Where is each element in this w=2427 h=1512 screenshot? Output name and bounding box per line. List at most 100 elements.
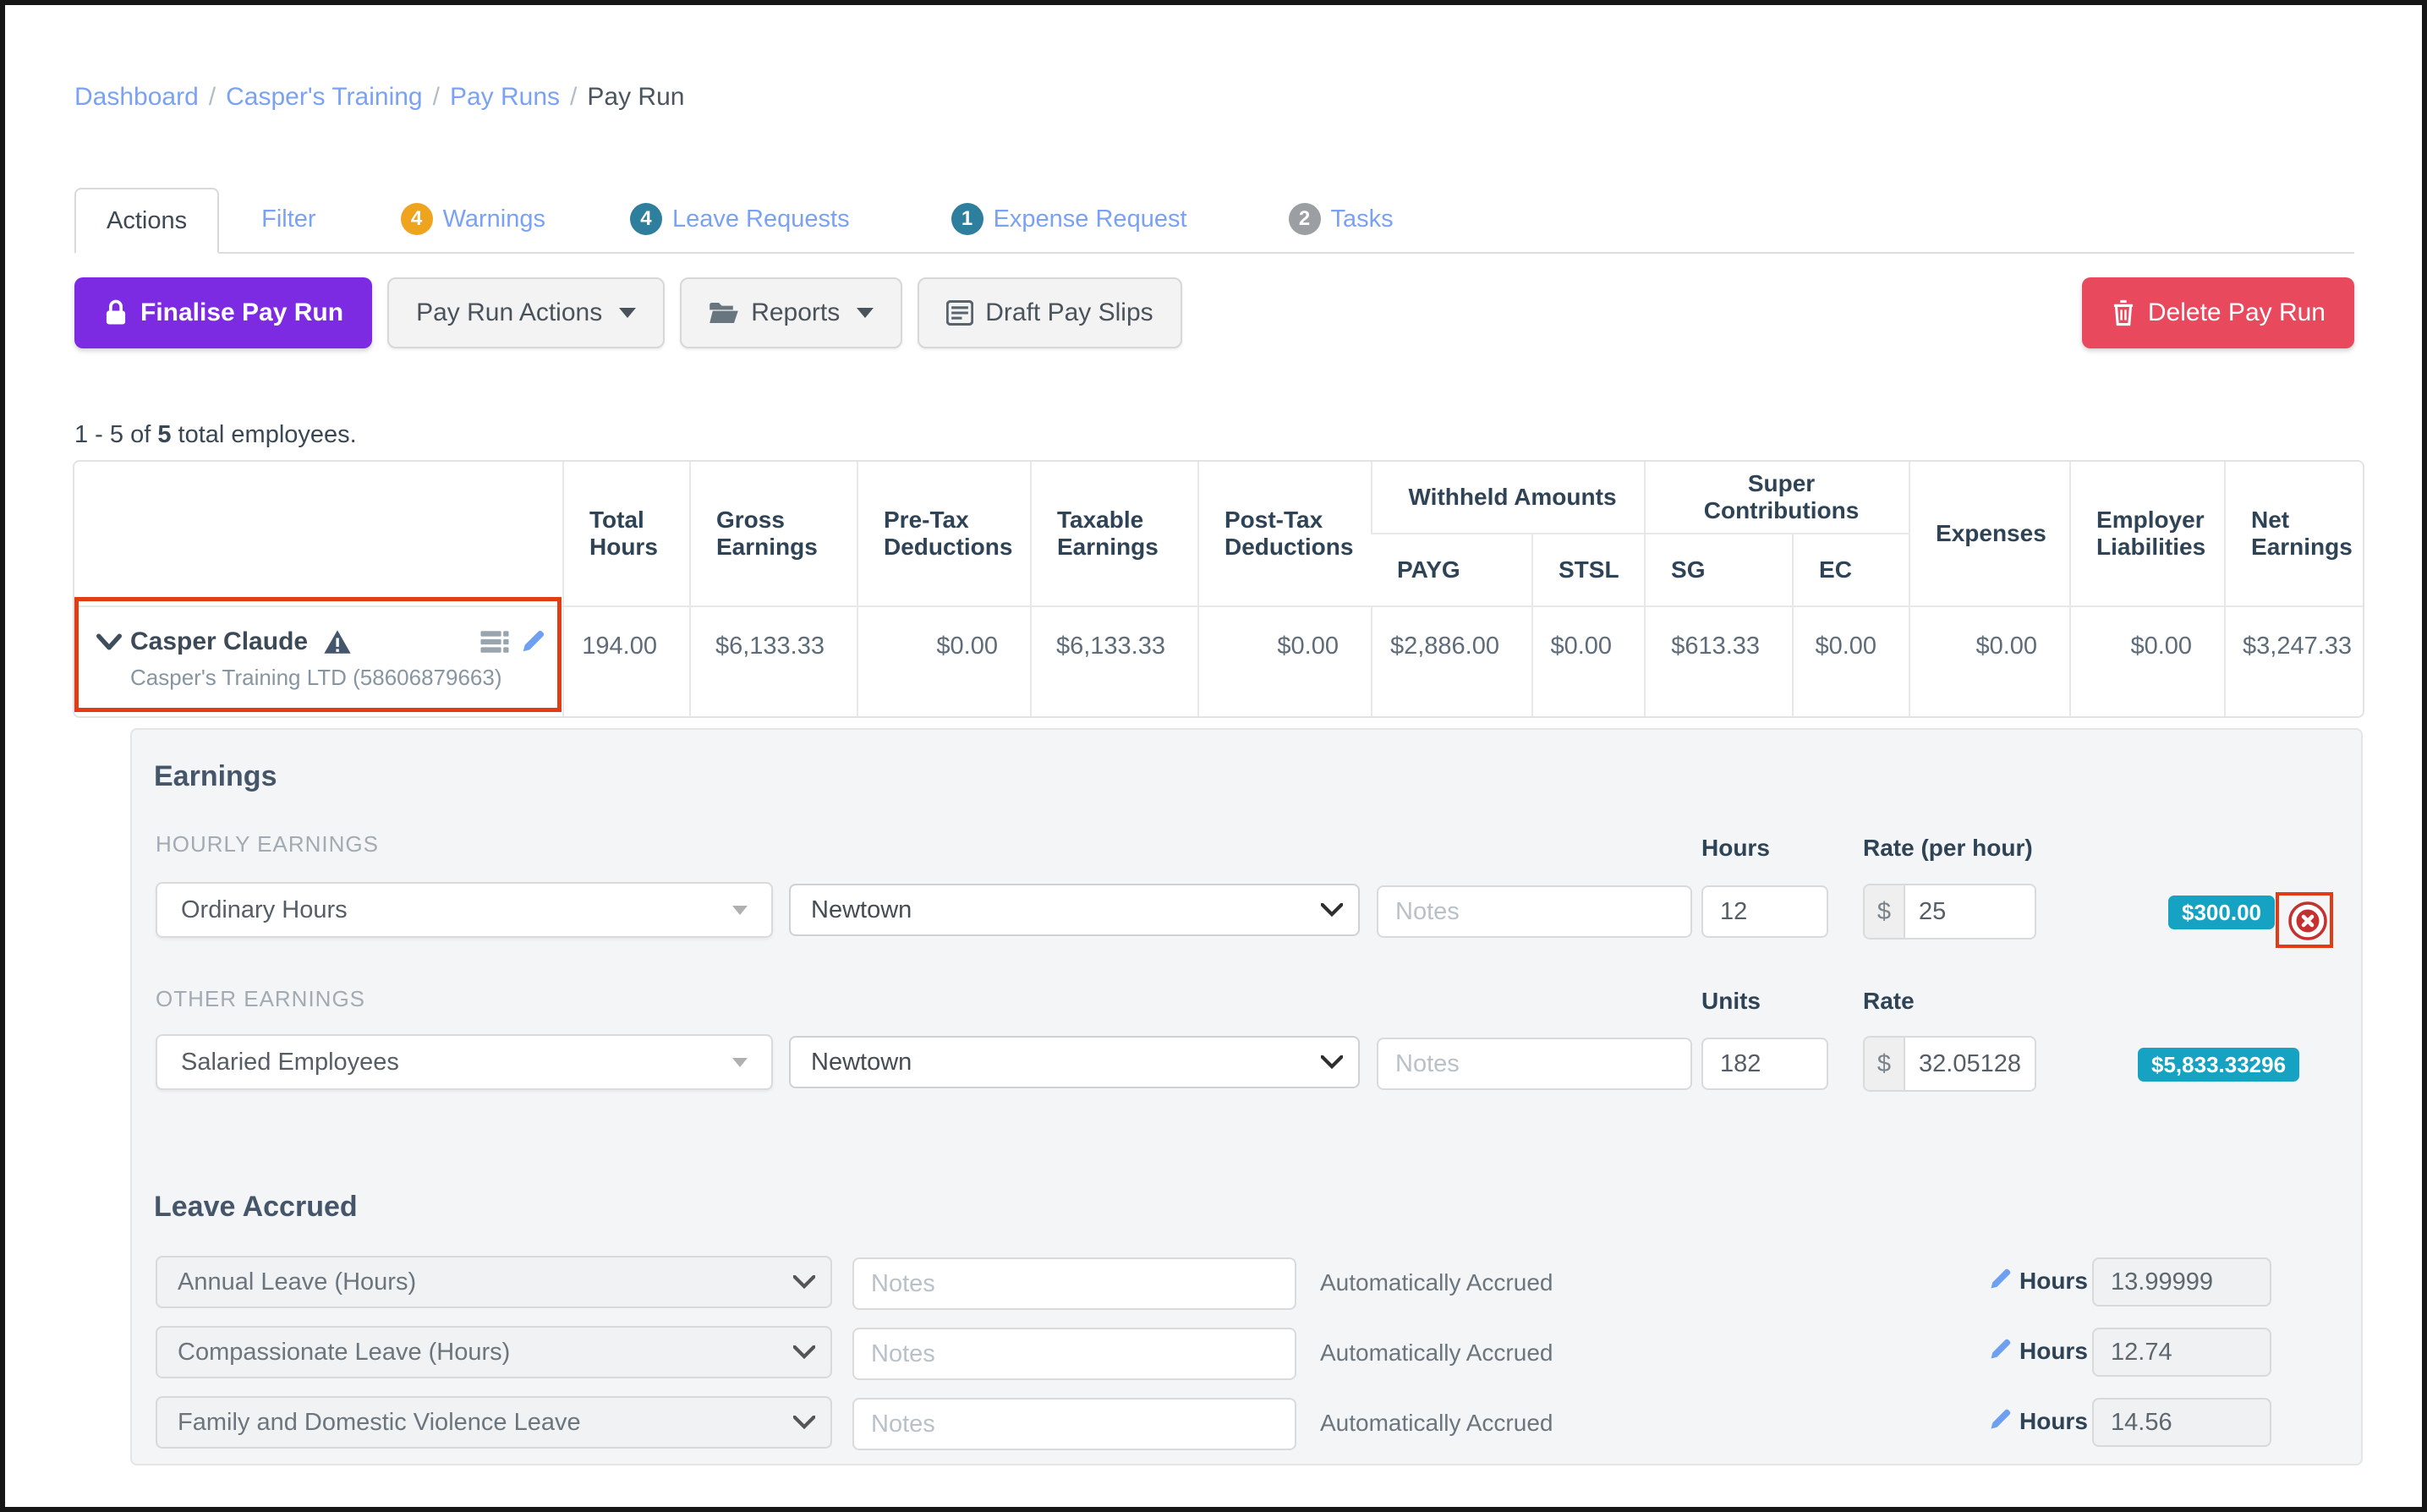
finalise-pay-run-button[interactable]: Finalise Pay Run [74, 277, 372, 348]
group-super-contributions: Super Contributions [1645, 462, 1909, 534]
edit-pencil-icon[interactable] [520, 629, 545, 655]
cell-expenses: $0.00 [1909, 606, 2070, 716]
breadcrumb-dashboard[interactable]: Dashboard [74, 83, 199, 111]
leave-hours-value-family[interactable] [2092, 1398, 2271, 1447]
tasks-count-badge: 2 [1289, 203, 1321, 235]
pay-run-actions-button[interactable]: Pay Run Actions [387, 277, 665, 348]
caret-down-icon [619, 308, 636, 318]
cell-ec: $0.00 [1793, 606, 1909, 716]
employee-count-summary: 1 - 5 of 5 total employees. [74, 421, 357, 449]
other-notes-input[interactable] [1377, 1038, 1692, 1090]
cell-employer-liabilities: $0.00 [2070, 606, 2225, 716]
chevron-down-icon[interactable] [96, 633, 122, 651]
cell-taxable-earnings: $6,133.33 [1031, 606, 1198, 716]
employee-detail-panel: Earnings HOURLY EARNINGS Hours Rate (per… [130, 728, 2363, 1465]
hourly-hours-input[interactable] [1701, 885, 1828, 938]
col-payg: PAYG [1372, 534, 1532, 606]
tab-warnings[interactable]: 4 Warnings [375, 186, 571, 252]
tab-leave-requests[interactable]: 4 Leave Requests [605, 186, 875, 252]
currency-prefix: $ [1865, 1038, 1905, 1090]
cell-total-hours: 194.00 [563, 606, 690, 716]
folder-icon [709, 300, 739, 326]
caret-down-icon [857, 308, 874, 318]
trash-icon [2111, 299, 2136, 326]
leave-type-select-wrap: Annual Leave (Hours) [156, 1256, 832, 1308]
leave-type-select-compassionate[interactable]: Compassionate Leave (Hours) [156, 1326, 832, 1378]
leave-hours-value-compassionate[interactable] [2092, 1328, 2271, 1377]
edit-pencil-icon[interactable] [1988, 1408, 2012, 1432]
hours-label: Hours [1701, 835, 1770, 862]
col-employer-liabilities: Employer Liabilities [2070, 462, 2225, 606]
leave-accrued-heading: Leave Accrued [154, 1191, 358, 1224]
breadcrumb-pay-runs[interactable]: Pay Runs [450, 83, 560, 111]
other-location-select-wrap: Newtown [789, 1036, 1360, 1088]
notes-list-icon[interactable] [479, 630, 510, 654]
hourly-notes-input[interactable] [1377, 885, 1692, 938]
tab-tasks[interactable]: 2 Tasks [1263, 186, 1419, 252]
warnings-count-badge: 4 [401, 203, 433, 235]
col-taxable-earnings: Taxable Earnings [1031, 462, 1198, 606]
pay-slip-icon [946, 300, 973, 326]
toolbar: Finalise Pay Run Pay Run Actions Reports [74, 277, 2354, 348]
auto-accrued-label: Automatically Accrued [1320, 1269, 1553, 1296]
hourly-rate-input[interactable] [1905, 885, 2035, 938]
other-total-badge: $5,833.33296 [2138, 1048, 2299, 1082]
cell-post-tax-deductions: $0.00 [1198, 606, 1372, 716]
cell-pre-tax-deductions: $0.00 [857, 606, 1031, 716]
col-pre-tax-deductions: Pre-Tax Deductions [857, 462, 1031, 606]
leave-type-select-wrap: Compassionate Leave (Hours) [156, 1326, 832, 1378]
other-location-select[interactable]: Newtown [789, 1036, 1360, 1088]
circle-x-icon [2287, 901, 2328, 941]
col-ec: EC [1793, 534, 1909, 606]
leave-hours-label: Hours [2019, 1268, 2088, 1295]
breadcrumb-current: Pay Run [587, 83, 684, 111]
tab-warnings-label: Warnings [443, 205, 545, 233]
tab-actions-label: Actions [107, 207, 187, 235]
pay-run-page: Dashboard/Casper's Training/Pay Runs/Pay… [0, 0, 2427, 1512]
cell-gross-earnings: $6,133.33 [690, 606, 857, 716]
cell-payg: $2,886.00 [1372, 606, 1532, 716]
reports-button[interactable]: Reports [680, 277, 902, 348]
breadcrumb-org[interactable]: Casper's Training [226, 83, 423, 111]
other-rate-group: $ [1863, 1036, 2036, 1092]
leave-hours-label: Hours [2019, 1338, 2088, 1365]
employee-company: Casper's Training LTD (58606879663) [130, 665, 545, 691]
leave-type-select-family[interactable]: Family and Domestic Violence Leave [156, 1396, 832, 1449]
dropdown-caret-icon [732, 1058, 748, 1067]
hourly-location-select-wrap: Newtown [789, 884, 1360, 936]
cell-net-earnings: $3,247.33 [2225, 606, 2364, 716]
tab-expense-request[interactable]: 1 Expense Request [926, 186, 1213, 252]
other-rate-input[interactable] [1905, 1038, 2035, 1090]
other-pay-category-dropdown[interactable]: Salaried Employees [156, 1034, 773, 1090]
employee-name[interactable]: Casper Claude [130, 627, 308, 656]
tab-actions[interactable]: Actions [74, 188, 219, 254]
currency-prefix: $ [1865, 885, 1905, 938]
hourly-total-badge: $300.00 [2168, 896, 2275, 929]
delete-earning-line-button[interactable] [2287, 901, 2328, 945]
tab-tasks-label: Tasks [1331, 205, 1394, 233]
delete-pay-run-button[interactable]: Delete Pay Run [2082, 277, 2354, 348]
col-expenses: Expenses [1909, 462, 2070, 606]
leave-type-select-annual[interactable]: Annual Leave (Hours) [156, 1256, 832, 1308]
hourly-location-select[interactable]: Newtown [789, 884, 1360, 936]
draft-pay-slips-button[interactable]: Draft Pay Slips [918, 277, 1181, 348]
col-post-tax-deductions: Post-Tax Deductions [1198, 462, 1372, 606]
tab-filter-label: Filter [261, 205, 315, 233]
rate-per-hour-label: Rate (per hour) [1863, 835, 2033, 862]
leave-notes-input-annual[interactable] [852, 1257, 1296, 1310]
leave-notes-input-compassionate[interactable] [852, 1328, 1296, 1380]
hourly-pay-category-dropdown[interactable]: Ordinary Hours [156, 882, 773, 938]
employee-cell[interactable]: Casper Claude [74, 606, 563, 716]
edit-pencil-icon[interactable] [1988, 1338, 2012, 1361]
warning-icon [323, 629, 352, 655]
breadcrumb: Dashboard/Casper's Training/Pay Runs/Pay… [74, 83, 684, 112]
edit-pencil-icon[interactable] [1988, 1268, 2012, 1291]
employee-row: Casper Claude [74, 606, 2364, 716]
tab-filter[interactable]: Filter [236, 186, 341, 252]
leave-hours-value-annual[interactable] [2092, 1257, 2271, 1307]
col-gross-earnings: Gross Earnings [690, 462, 857, 606]
leave-requests-count-badge: 4 [630, 203, 662, 235]
other-units-input[interactable] [1701, 1038, 1828, 1090]
leave-notes-input-family[interactable] [852, 1398, 1296, 1450]
col-sg: SG [1645, 534, 1793, 606]
